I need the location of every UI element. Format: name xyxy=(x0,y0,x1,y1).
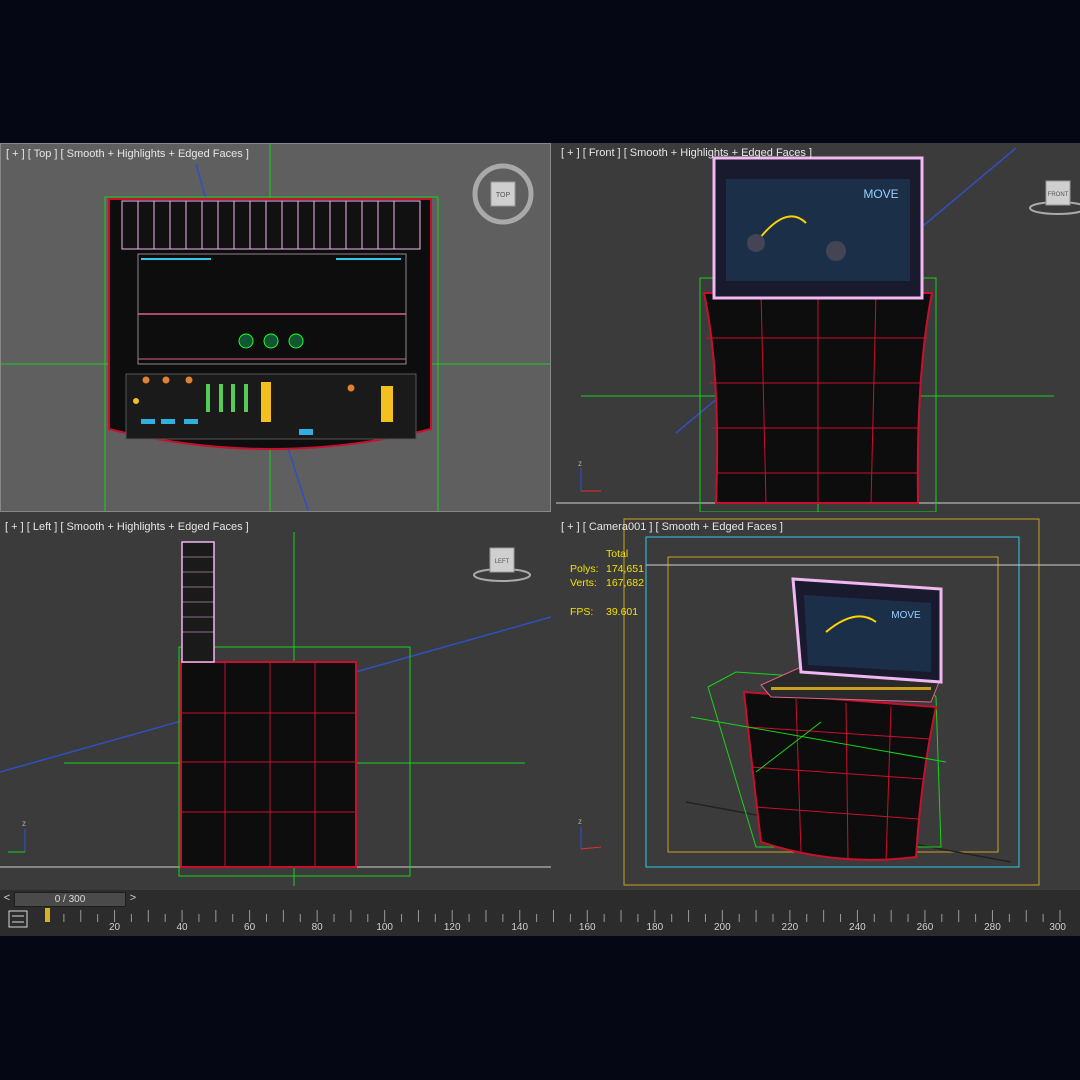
timeline-tick-label: 120 xyxy=(443,922,461,933)
viewport-front-label[interactable]: [ + ] [ Front ] [ Smooth + Highlights + … xyxy=(561,147,812,159)
svg-text:z: z xyxy=(578,817,582,826)
viewport-left[interactable]: [ + ] [ Left ] [ Smooth + Highlights + E… xyxy=(0,517,551,886)
timeline-tick-label: 40 xyxy=(176,922,188,933)
viewport-view-name[interactable]: [ Front ] xyxy=(583,147,621,159)
viewport-front[interactable]: [ + ] [ Front ] [ Smooth + Highlights + … xyxy=(556,143,1080,512)
timeline-tick-label: 240 xyxy=(849,922,866,933)
timeline-tick-label: 220 xyxy=(781,922,799,933)
timeline-tick-label: 140 xyxy=(511,922,529,933)
3dsmax-workspace: [ + ] [ Top ] [ Smooth + Highlights + Ed… xyxy=(0,143,1080,936)
viewcube-front[interactable]: FRONT xyxy=(1029,180,1080,215)
axis-gizmo: z xyxy=(8,819,26,853)
timeline-tick-label: 300 xyxy=(1049,922,1066,933)
viewport-shading-mode[interactable]: [ Smooth + Edged Faces ] xyxy=(655,521,783,533)
svg-text:z: z xyxy=(22,819,26,828)
timeline-tick-label: 200 xyxy=(713,922,731,933)
next-frame-button[interactable]: > xyxy=(128,892,138,905)
screen-logo: MOVE xyxy=(863,187,898,201)
timeline-bar: < 0 / 300 > 20 40 60 80 100 120 140 160 180 200 22… xyxy=(0,890,1080,936)
viewport-menu-plus[interactable]: [ + ] xyxy=(561,521,580,533)
timeline-tick-label: 20 xyxy=(108,922,121,933)
stats-polys-label: Polys: xyxy=(570,562,599,575)
svg-text:z: z xyxy=(578,459,582,468)
viewport-menu-plus[interactable]: [ + ] xyxy=(5,521,24,533)
axis-gizmo: z xyxy=(578,817,602,850)
viewcube-top-label: TOP xyxy=(496,192,511,199)
timeline-ticks xyxy=(45,908,1061,922)
viewport-view-name[interactable]: [ Top ] xyxy=(28,148,58,160)
viewport-top[interactable]: [ + ] [ Top ] [ Smooth + Highlights + Ed… xyxy=(0,143,551,512)
timeline-ruler[interactable]: 20 40 60 80 100 120 140 160 180 200 220 240 260 280 30… xyxy=(44,908,1074,936)
prev-frame-button[interactable]: < xyxy=(2,892,12,905)
front-view-canvas: MOVE FRONT z xyxy=(556,147,1080,512)
time-slider[interactable]: 0 / 300 xyxy=(14,892,126,907)
stats-verts-label: Verts: xyxy=(570,577,597,589)
viewport-left-label[interactable]: [ + ] [ Left ] [ Smooth + Highlights + E… xyxy=(5,521,249,533)
viewcube-left[interactable]: LEFT xyxy=(473,547,531,582)
viewcube-top[interactable]: TOP xyxy=(472,163,534,225)
stats-verts-value: 167,682 xyxy=(606,577,644,589)
viewport-shading-mode[interactable]: [ Smooth + Highlights + Edged Faces ] xyxy=(60,521,248,533)
timeline-tick-label: 260 xyxy=(916,922,934,933)
viewport-view-name[interactable]: [ Left ] xyxy=(27,521,58,533)
viewport-shading-mode[interactable]: [ Smooth + Highlights + Edged Faces ] xyxy=(624,147,812,159)
left-view-canvas: LEFT z xyxy=(0,532,551,886)
viewport-shading-mode[interactable]: [ Smooth + Highlights + Edged Faces ] xyxy=(61,148,249,160)
viewcube-front-label: FRONT xyxy=(1048,192,1069,198)
viewport-top-label[interactable]: [ + ] [ Top ] [ Smooth + Highlights + Ed… xyxy=(6,148,249,160)
viewport-camera-label[interactable]: [ + ] [ Camera001 ] [ Smooth + Edged Fac… xyxy=(561,521,783,533)
timeline-tick-label: 280 xyxy=(984,922,1001,933)
timeline-tick-label: 60 xyxy=(244,922,256,933)
timeline-tick-label: 100 xyxy=(376,922,393,933)
stats-fps-label: FPS: xyxy=(570,605,594,618)
stats-polys-value: 174,651 xyxy=(606,562,644,575)
viewport-menu-plus[interactable]: [ + ] xyxy=(6,148,25,160)
filter-keys-icon[interactable] xyxy=(8,910,28,928)
timeline-tick-label: 160 xyxy=(578,922,596,933)
top-view-canvas: TOP xyxy=(1,144,550,511)
current-frame-marker xyxy=(45,908,50,922)
timeline-tick-label: 180 xyxy=(646,922,664,933)
stats-overlay: Total Polys: 174,651 Verts: 167,682 FPS: 39… xyxy=(570,547,644,619)
viewport-menu-plus[interactable]: [ + ] xyxy=(561,147,580,159)
viewport-view-name[interactable]: [ Camera001 ] xyxy=(583,521,653,533)
timeline-tick-label: 80 xyxy=(311,922,323,933)
stats-fps-value: 39.601 xyxy=(606,605,639,618)
axis-gizmo: z xyxy=(578,459,601,492)
viewport-camera[interactable]: [ + ] [ Camera001 ] [ Smooth + Edged Fac… xyxy=(556,517,1080,886)
camera-screen-logo: MOVE xyxy=(891,610,921,621)
viewcube-left-label: LEFT xyxy=(495,559,510,565)
stats-total-label: Total xyxy=(606,548,629,560)
